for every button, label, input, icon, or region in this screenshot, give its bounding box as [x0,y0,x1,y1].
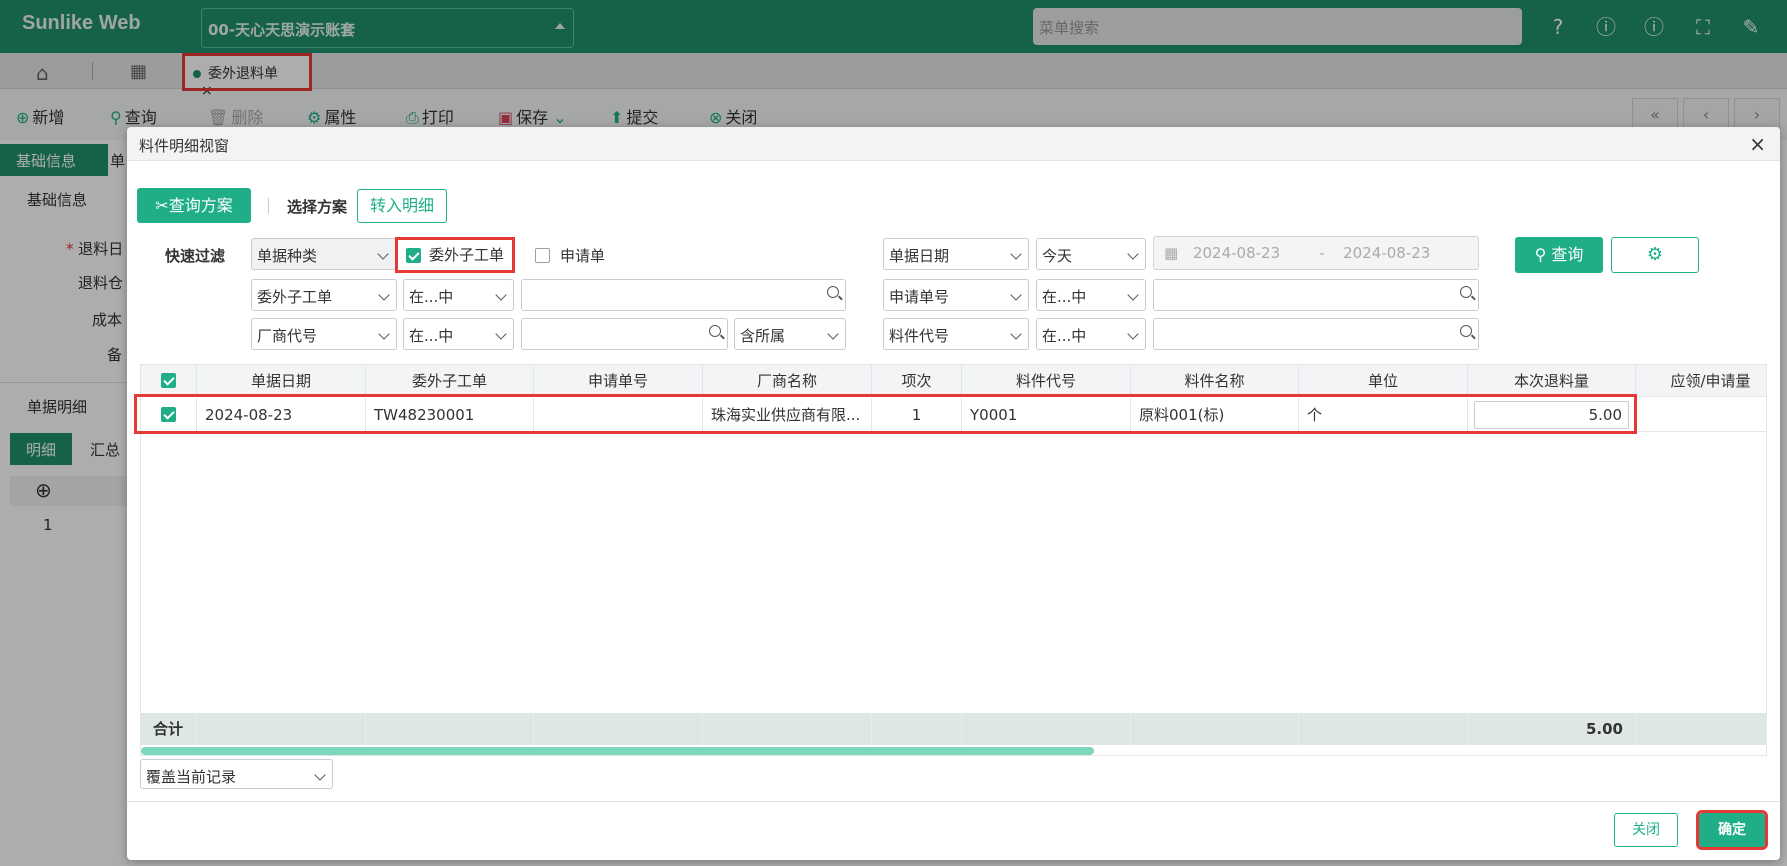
quick-filter-label: 快速过滤 [165,247,226,265]
modal-close-icon[interactable]: × [1749,132,1766,156]
calendar-icon: ▦ [1164,244,1179,262]
col-vendor[interactable]: 厂商名称 [703,365,872,397]
confirm-button[interactable]: 确定 [1696,810,1768,850]
operator-select-2[interactable]: 在...中 [1036,279,1146,311]
chevron-down-icon [378,289,390,301]
col-date[interactable]: 单据日期 [197,365,366,397]
wrench-icon: ✂ [155,196,169,215]
vendor-field-select[interactable]: 厂商代号 [251,318,397,350]
contains-select[interactable]: 含所属 [734,318,846,350]
to-detail-button[interactable]: 转入明细 [357,189,447,223]
request-checkbox-label: 申请单 [560,247,606,265]
row-highlight [134,394,1637,434]
operator-select-4[interactable]: 在...中 [1036,318,1146,350]
outsource-checkbox-wrapper[interactable]: 委外子工单 [395,237,515,273]
search-icon [827,286,839,298]
doc-date-field-select[interactable]: 单据日期 [883,238,1029,270]
horizontal-scrollbar[interactable] [141,747,1094,755]
col-request-no[interactable]: 申请单号 [534,365,703,397]
col-required-qty[interactable]: 应领/申请量 [1636,365,1766,397]
search-icon [1460,325,1472,337]
chevron-down-icon [1010,328,1022,340]
item-detail-modal: 料件明细视窗 × ✂查询方案 选择方案 转入明细 快速过滤 单据种类 委外子工单… [127,127,1780,860]
modal-close-button[interactable]: 关闭 [1614,813,1678,847]
chevron-down-icon [314,769,326,781]
total-qty: 5.00 [1468,713,1636,745]
col-item-code[interactable]: 料件代号 [962,365,1131,397]
search-icon [1460,286,1472,298]
total-label: 合计 [141,713,197,745]
chevron-down-icon [1127,328,1139,340]
operator-select-3[interactable]: 在...中 [403,318,514,350]
outsource-value-input[interactable] [521,279,846,311]
date-range-input[interactable]: ▦ 2024-08-23 - 2024-08-23 [1153,236,1479,270]
outsource-checkbox-label: 委外子工单 [429,246,505,264]
col-outsource[interactable]: 委外子工单 [366,365,534,397]
select-all-cell[interactable] [141,365,197,397]
search-icon: ⚲ [1534,245,1552,264]
search-icon [709,325,721,337]
request-checkbox[interactable] [535,248,550,263]
select-scheme-label[interactable]: 选择方案 [287,196,347,217]
query-button-modal[interactable]: ⚲ 查询 [1515,237,1603,273]
chevron-down-icon [1127,248,1139,260]
col-seq[interactable]: 项次 [872,365,962,397]
grid-footer: 合计 5.00 [141,713,1766,745]
chevron-down-icon [495,289,507,301]
settings-gear-icon[interactable]: ⚙ [1611,237,1699,273]
divider [268,198,269,214]
outsource-checkbox[interactable] [406,248,421,263]
item-value-input[interactable] [1153,318,1479,350]
divider [127,801,1780,802]
date-range-select[interactable]: 今天 [1036,238,1146,270]
chevron-down-icon [495,328,507,340]
modal-title: 料件明细视窗 [139,137,230,155]
doc-type-select[interactable]: 单据种类 [251,238,396,270]
col-item-name[interactable]: 料件名称 [1131,365,1299,397]
chevron-down-icon [377,248,389,260]
outsource-field-select[interactable]: 委外子工单 [251,279,397,311]
request-no-value-input[interactable] [1153,279,1479,311]
grid-header: 单据日期 委外子工单 申请单号 厂商名称 项次 料件代号 料件名称 单位 本次退… [141,365,1766,397]
modal-header [127,127,1780,161]
request-no-field-select[interactable]: 申请单号 [883,279,1029,311]
chevron-down-icon [1127,289,1139,301]
query-scheme-button[interactable]: ✂查询方案 [137,188,251,223]
chevron-down-icon [1010,248,1022,260]
item-field-select[interactable]: 料件代号 [883,318,1029,350]
apply-mode-select[interactable]: 覆盖当前记录 [140,759,333,789]
operator-select-1[interactable]: 在...中 [403,279,514,311]
chevron-down-icon [378,328,390,340]
select-all-checkbox[interactable] [161,373,176,388]
chevron-down-icon [827,328,839,340]
col-unit[interactable]: 单位 [1299,365,1468,397]
chevron-down-icon [1010,289,1022,301]
vendor-value-input[interactable] [521,318,728,350]
col-return-qty[interactable]: 本次退料量 [1468,365,1636,397]
